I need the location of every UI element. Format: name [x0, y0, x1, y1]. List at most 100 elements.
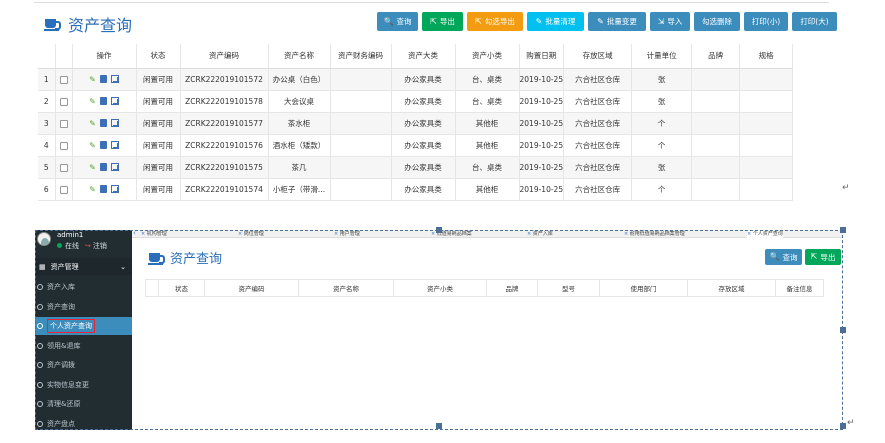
- image-icon[interactable]: [110, 119, 119, 127]
- resize-handle[interactable]: [436, 423, 442, 429]
- column-header[interactable]: 资产名称: [268, 44, 331, 69]
- table-cell-name: 大会议桌: [268, 90, 331, 113]
- column-header[interactable]: 资产财务编码: [330, 44, 392, 69]
- table-cell-spec: [739, 156, 794, 179]
- table-row[interactable]: 2 ✎ 闲置可用 ZCRK222019101578 大会议桌 办公家具类 台、桌类 201…: [38, 90, 794, 113]
- document-icon[interactable]: [99, 97, 107, 105]
- checkbox-icon[interactable]: [59, 97, 68, 106]
- row-actions: ✎: [72, 90, 137, 113]
- table-cell-spec: [739, 112, 794, 135]
- print-large-button[interactable]: 打印(大): [792, 12, 837, 31]
- export-icon: ⇱: [430, 16, 437, 26]
- table-cell-status: 闲置可用: [136, 68, 181, 91]
- column-header[interactable]: 资产小类: [455, 44, 520, 69]
- resize-handle[interactable]: [840, 327, 846, 333]
- document-icon[interactable]: [99, 75, 107, 83]
- column-header[interactable]: 操作: [72, 44, 137, 69]
- edit-pencil-icon[interactable]: ✎: [89, 97, 96, 106]
- row-checkbox[interactable]: [55, 68, 73, 91]
- row-number: 1: [38, 68, 56, 91]
- document-icon[interactable]: [99, 185, 107, 193]
- column-header[interactable]: 计量单位: [631, 44, 693, 69]
- table-cell-big: 办公家具类: [391, 134, 456, 157]
- export-button[interactable]: ⇱ 导出: [422, 12, 463, 31]
- checkbox-icon[interactable]: [59, 141, 68, 150]
- batch-clear-button[interactable]: ✎ 批量清理: [527, 12, 584, 31]
- row-actions: ✎: [72, 156, 137, 179]
- table-cell-status: 闲置可用: [136, 178, 181, 201]
- table-cell-brand: [691, 90, 741, 113]
- line-break-mark: ↵: [842, 183, 850, 193]
- import-icon: ⇲: [657, 16, 665, 26]
- column-header[interactable]: 资产编码: [180, 44, 269, 69]
- checkbox-icon[interactable]: [59, 185, 68, 194]
- edit-pencil-icon[interactable]: ✎: [89, 75, 96, 84]
- import-button[interactable]: ⇲ 导入: [650, 12, 690, 31]
- checked-delete-button[interactable]: 勾选删除: [694, 12, 740, 31]
- table-cell-fin: [330, 68, 392, 91]
- image-icon[interactable]: [110, 141, 119, 149]
- table-cell-fin: [330, 178, 392, 201]
- batch-change-button[interactable]: ✎ 批量变更: [588, 12, 646, 31]
- table-cell-unit: 个: [631, 178, 693, 201]
- table-cell-brand: [691, 134, 741, 157]
- row-number: 4: [38, 134, 56, 157]
- image-icon[interactable]: [110, 75, 119, 83]
- column-header[interactable]: 规格: [739, 44, 794, 69]
- edit-pencil-icon[interactable]: ✎: [89, 163, 96, 172]
- table-cell-area: 六合社区仓库: [563, 112, 633, 135]
- column-header[interactable]: 状态: [136, 44, 181, 69]
- page-title: 资产查询: [44, 12, 132, 36]
- document-icon[interactable]: [99, 119, 107, 127]
- checked-export-button[interactable]: ⇱ 勾选导出: [467, 12, 523, 31]
- image-icon[interactable]: [110, 163, 119, 171]
- asset-query-page-top: 资产查询 🔍 查询 ⇱ 导出 ⇱ 勾选导出 ✎ 批量清理 ✎ 批量变更 ⇲ 导入 勾选删除 …: [0, 0, 885, 201]
- edit-pencil-icon[interactable]: ✎: [89, 119, 96, 128]
- resize-handle[interactable]: [436, 227, 442, 233]
- column-header[interactable]: 购置日期: [519, 44, 565, 69]
- query-button[interactable]: 🔍 查询: [377, 12, 418, 31]
- resize-handle[interactable]: [840, 227, 846, 233]
- row-checkbox[interactable]: [55, 134, 73, 157]
- resize-handle[interactable]: [840, 423, 846, 429]
- table-row[interactable]: 1 ✎ 闲置可用 ZCRK222019101572 办公桌（白色） 办公家具类 台、桌类…: [38, 68, 794, 91]
- table-cell-small: 台、桌类: [455, 68, 520, 91]
- column-header[interactable]: 存放区域: [563, 44, 633, 69]
- column-header[interactable]: 资产大类: [391, 44, 456, 69]
- line-break-mark: ↵: [847, 418, 855, 428]
- table-cell-big: 办公家具类: [391, 156, 456, 179]
- document-icon[interactable]: [99, 141, 107, 149]
- print-small-button[interactable]: 打印(小): [744, 12, 788, 31]
- image-icon[interactable]: [110, 97, 119, 105]
- table-cell-date: 2019-10-25: [519, 90, 565, 113]
- checkbox-icon[interactable]: [59, 75, 68, 84]
- table-cell-code: ZCRK222019101577: [180, 112, 269, 135]
- row-checkbox[interactable]: [55, 178, 73, 201]
- table-cell-date: 2019-10-25: [519, 178, 565, 201]
- row-checkbox[interactable]: [55, 156, 73, 179]
- page-title-text: 资产查询: [68, 16, 133, 35]
- image-icon[interactable]: [110, 185, 119, 193]
- edit-pencil-icon[interactable]: ✎: [89, 141, 96, 150]
- table-row[interactable]: 3 ✎ 闲置可用 ZCRK222019101577 茶水柜 办公家具类 其他柜 2019-…: [38, 112, 794, 135]
- row-checkbox[interactable]: [55, 112, 73, 135]
- table-cell-area: 六合社区仓库: [563, 134, 633, 157]
- edit-pencil-icon[interactable]: ✎: [89, 185, 96, 194]
- checkbox-icon[interactable]: [59, 119, 68, 128]
- table-row[interactable]: 5 ✎ 闲置可用 ZCRK222019101575 茶几 办公家具类 台、桌类 2019-…: [38, 156, 794, 179]
- table-cell-area: 六合社区仓库: [563, 178, 633, 201]
- coffee-cup-icon: [44, 17, 61, 31]
- row-actions: ✎: [72, 112, 137, 135]
- row-checkbox[interactable]: [55, 90, 73, 113]
- table-row[interactable]: 6 ✎ 闲置可用 ZCRK222019101574 小柜子（带滑... 办公家具类 其他…: [38, 178, 794, 201]
- column-header[interactable]: 品牌: [691, 44, 741, 69]
- table-cell-small: 台、桌类: [455, 90, 520, 113]
- table-cell-brand: [691, 178, 741, 201]
- table-cell-area: 六合社区仓库: [563, 68, 633, 91]
- checkbox-icon[interactable]: [59, 163, 68, 172]
- table-cell-spec: [739, 134, 794, 157]
- select-all-header: [55, 44, 73, 69]
- table-row[interactable]: 4 ✎ 闲置可用 ZCRK222019101576 酒水柜（矮款） 办公家具类 其他柜 2…: [38, 134, 794, 157]
- table-cell-code: ZCRK222019101576: [180, 134, 269, 157]
- document-icon[interactable]: [99, 163, 107, 171]
